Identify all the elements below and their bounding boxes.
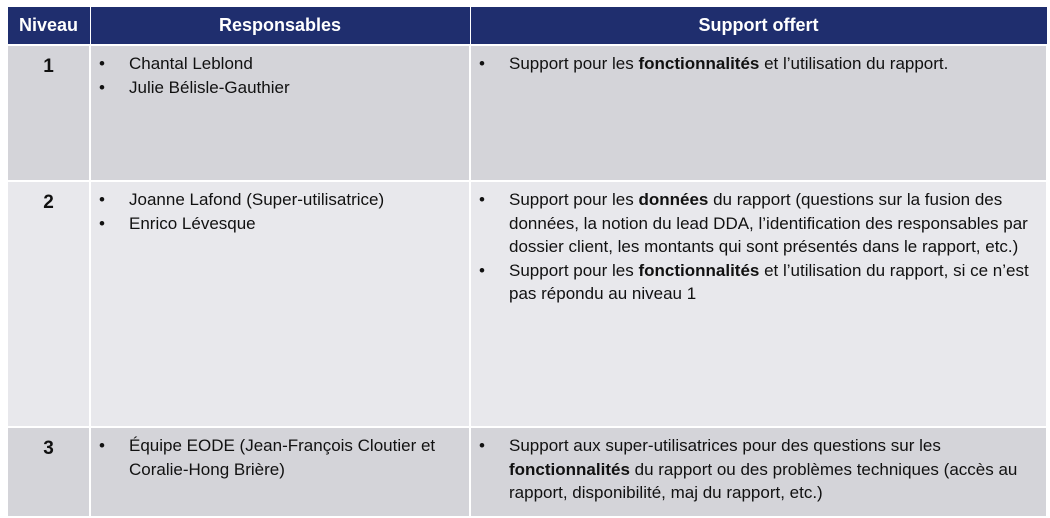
list-item: Support pour les fonctionnalités et l’ut… (479, 52, 1036, 76)
responsibles-list: Équipe EODE (Jean-François Cloutier et C… (91, 428, 469, 481)
support-cell: Support pour les données du rapport (que… (469, 180, 1048, 428)
list-item: Julie Bélisle-Gauthier (99, 76, 469, 100)
responsibles-cell: Équipe EODE (Jean-François Cloutier et C… (89, 426, 471, 518)
list-item: Équipe EODE (Jean-François Cloutier et C… (99, 434, 469, 481)
support-list: Support aux super-utilisatrices pour des… (471, 428, 1046, 505)
header-level: Niveau (6, 6, 91, 46)
support-levels-table: Niveau Responsables Support offert 1 Cha… (6, 6, 1048, 518)
table-row: 1 Chantal Leblond Julie Bélisle-Gauthier… (6, 44, 1048, 182)
list-item: Chantal Leblond (99, 52, 469, 76)
table-row: 2 Joanne Lafond (Super-utilisatrice) Enr… (6, 180, 1048, 428)
level-cell: 2 (6, 180, 91, 428)
list-item: Support pour les données du rapport (que… (479, 188, 1036, 259)
header-row: Niveau Responsables Support offert (6, 6, 1048, 46)
responsibles-cell: Chantal Leblond Julie Bélisle-Gauthier (89, 44, 471, 182)
list-item: Enrico Lévesque (99, 212, 469, 236)
support-cell: Support aux super-utilisatrices pour des… (469, 426, 1048, 518)
header-responsibles: Responsables (89, 6, 471, 46)
responsibles-cell: Joanne Lafond (Super-utilisatrice) Enric… (89, 180, 471, 428)
responsibles-list: Joanne Lafond (Super-utilisatrice) Enric… (91, 182, 469, 235)
level-cell: 1 (6, 44, 91, 182)
support-cell: Support pour les fonctionnalités et l’ut… (469, 44, 1048, 182)
header-support: Support offert (469, 6, 1048, 46)
support-list: Support pour les données du rapport (que… (471, 182, 1046, 306)
list-item: Joanne Lafond (Super-utilisatrice) (99, 188, 469, 212)
level-cell: 3 (6, 426, 91, 518)
responsibles-list: Chantal Leblond Julie Bélisle-Gauthier (91, 46, 469, 99)
list-item: Support aux super-utilisatrices pour des… (479, 434, 1036, 505)
table-row: 3 Équipe EODE (Jean-François Cloutier et… (6, 426, 1048, 518)
list-item: Support pour les fonctionnalités et l’ut… (479, 259, 1036, 306)
support-list: Support pour les fonctionnalités et l’ut… (471, 46, 1046, 76)
